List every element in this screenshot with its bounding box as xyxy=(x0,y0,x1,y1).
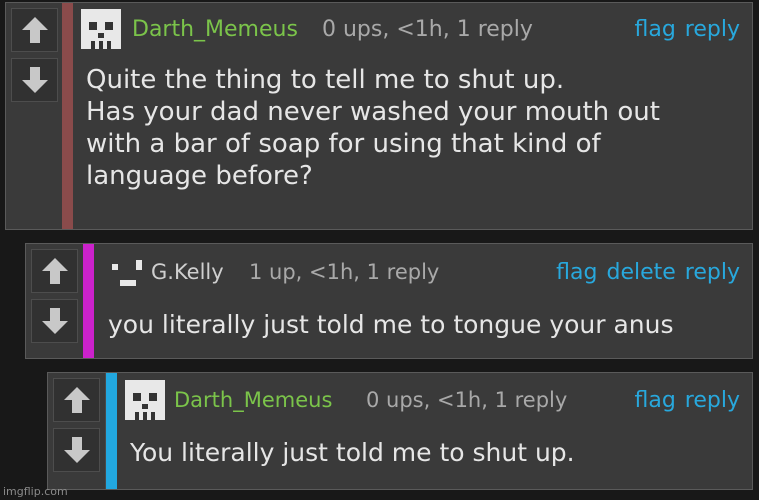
downvote-arrow-icon xyxy=(64,437,90,463)
comment-line: Quite the thing to tell me to shut up. xyxy=(86,65,565,95)
downvote-arrow-icon xyxy=(22,67,48,93)
comment-1: Darth_Memeus 0 ups, <1h, 1 reply flag rep… xyxy=(5,2,753,230)
upvote-button[interactable] xyxy=(53,378,100,422)
upvote-button[interactable] xyxy=(11,8,58,52)
comment-text: you literally just told me to tongue you… xyxy=(108,309,674,341)
downvote-arrow-icon xyxy=(42,308,68,334)
comment-line: Has your dad never washed your mouth out xyxy=(86,97,660,127)
watermark: imgflip.com xyxy=(3,485,68,498)
thread-bar xyxy=(83,244,94,358)
vote-column xyxy=(48,373,106,489)
upvote-arrow-icon xyxy=(22,17,48,43)
downvote-button[interactable] xyxy=(31,299,78,343)
username-link[interactable]: G.Kelly xyxy=(151,260,224,284)
upvote-button[interactable] xyxy=(31,249,78,293)
username-link[interactable]: Darth_Memeus xyxy=(132,17,298,42)
username-link[interactable]: Darth_Memeus xyxy=(174,388,332,412)
vote-column xyxy=(26,244,84,358)
comment-line: with a bar of soap for using that kind o… xyxy=(86,129,601,159)
thread-bar xyxy=(106,373,117,489)
comment-text: Quite the thing to tell me to shut up. H… xyxy=(86,64,660,192)
flag-link[interactable]: flag xyxy=(556,260,597,285)
delete-link[interactable]: delete xyxy=(606,260,675,285)
comment-3: Darth_Memeus 0 ups, <1h, 1 reply flag rep… xyxy=(47,372,753,490)
comment-line: language before? xyxy=(86,161,313,191)
comment-actions: flag delete reply xyxy=(547,260,740,285)
face-avatar-icon[interactable] xyxy=(110,258,146,294)
comment-text: You literally just told me to shut up. xyxy=(130,437,575,469)
upvote-arrow-icon xyxy=(64,387,90,413)
downvote-button[interactable] xyxy=(11,58,58,102)
comment-meta: 1 up, <1h, 1 reply xyxy=(249,260,440,284)
comment-line: you literally just told me to tongue you… xyxy=(108,310,674,339)
comment-2: G.Kelly 1 up, <1h, 1 reply flag delete rep… xyxy=(25,243,753,359)
comment-actions: flag reply xyxy=(625,388,740,413)
comment-meta: 0 ups, <1h, 1 reply xyxy=(366,388,568,412)
skull-avatar-icon[interactable] xyxy=(125,380,165,420)
skull-avatar-icon[interactable] xyxy=(81,9,121,49)
vote-column xyxy=(6,3,64,229)
upvote-arrow-icon xyxy=(42,258,68,284)
reply-link[interactable]: reply xyxy=(685,17,740,42)
flag-link[interactable]: flag xyxy=(634,17,675,42)
comment-line: You literally just told me to shut up. xyxy=(130,438,575,467)
flag-link[interactable]: flag xyxy=(634,388,675,413)
thread-bar xyxy=(62,3,73,229)
downvote-button[interactable] xyxy=(53,428,100,472)
comment-meta: 0 ups, <1h, 1 reply xyxy=(322,17,533,42)
reply-link[interactable]: reply xyxy=(685,260,740,285)
reply-link[interactable]: reply xyxy=(685,388,740,413)
comment-actions: flag reply xyxy=(625,17,740,42)
